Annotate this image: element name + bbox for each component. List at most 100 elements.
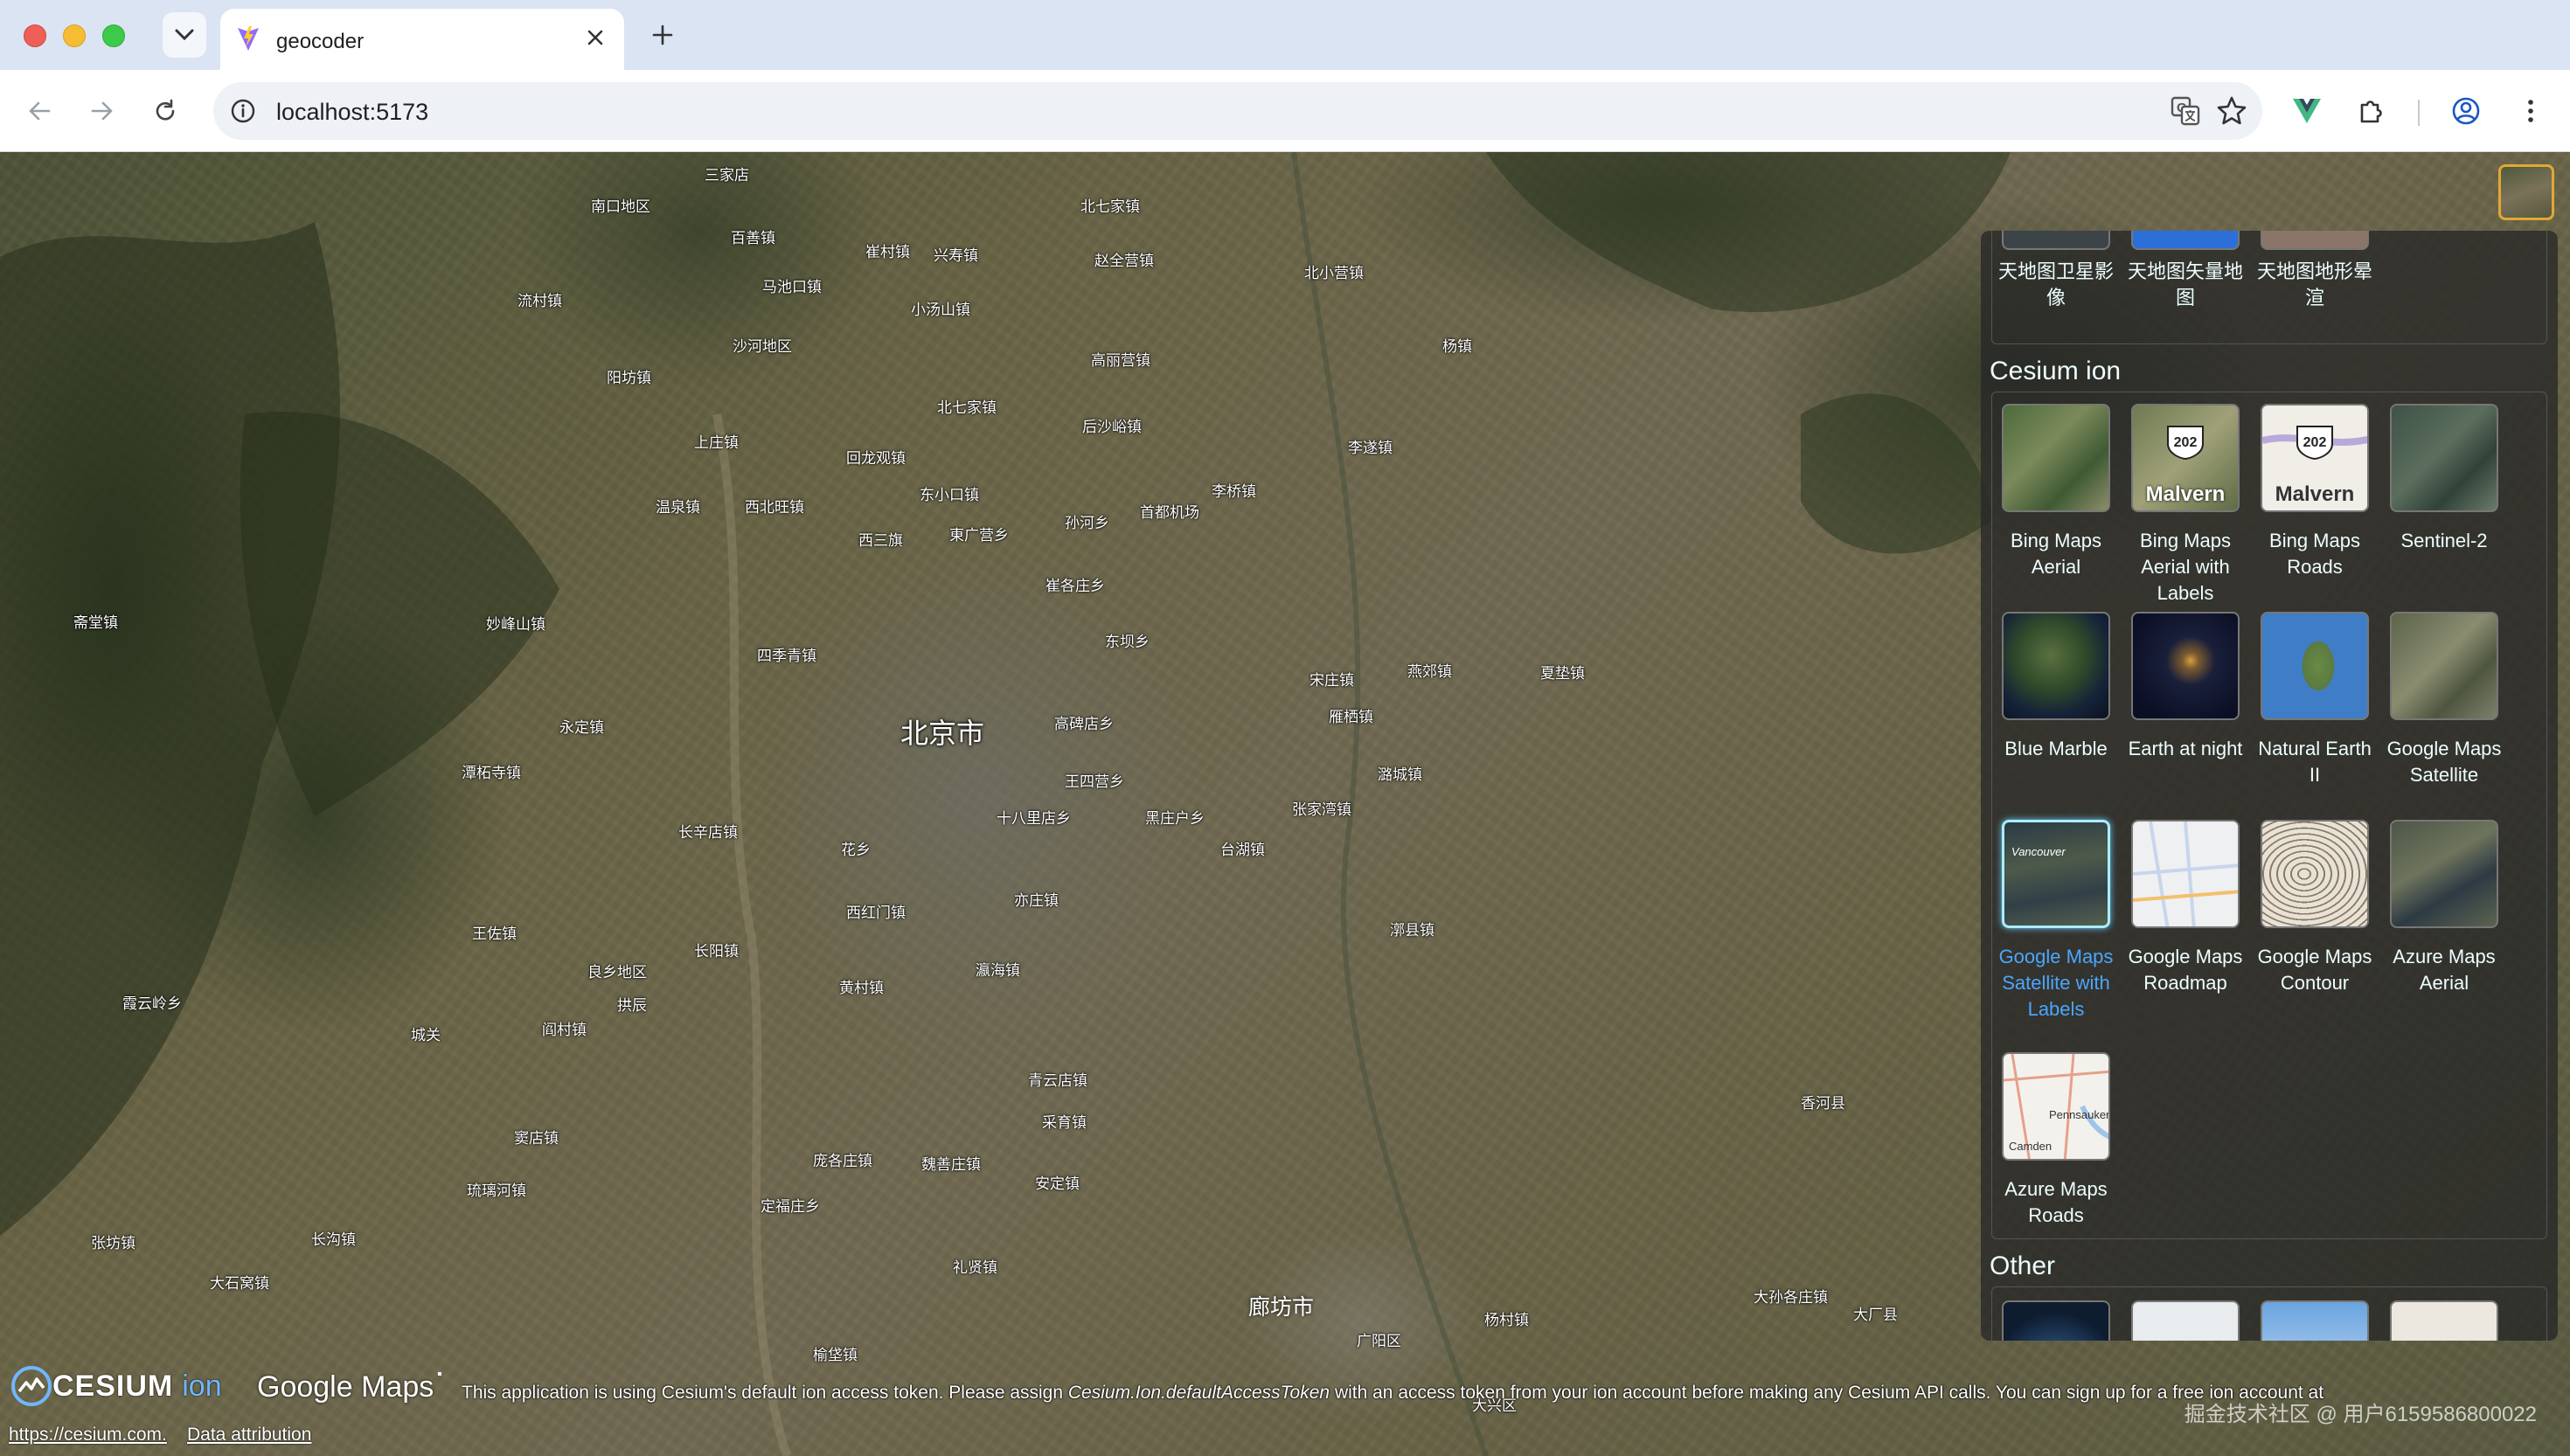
place-label: 拱辰 [617, 997, 647, 1014]
shield-number: 202 [2174, 435, 2198, 450]
layer-thumbnail [2002, 612, 2110, 720]
minimize-window-button[interactable] [63, 24, 86, 47]
layer-item-other-4[interactable] [2383, 1300, 2505, 1341]
highway-shield-icon: 202 [2296, 426, 2333, 460]
toolbar-divider [2418, 100, 2420, 126]
place-label: 大石窝镇 [210, 1275, 269, 1292]
thumb-label-camden: Camden [2009, 1140, 2053, 1153]
url-text[interactable]: localhost:5173 [276, 99, 428, 126]
place-label: 崔各庄乡 [1045, 578, 1105, 594]
layer-item-bing-aerial[interactable]: Bing Maps Aerial [1995, 404, 2117, 580]
tab-search-button[interactable] [163, 12, 206, 58]
layer-item-azure-aerial[interactable]: Azure Maps Aerial [2383, 820, 2505, 996]
new-tab-button[interactable] [645, 17, 680, 52]
site-info-button[interactable] [226, 94, 260, 128]
browser-titlebar: geocoder [0, 0, 2570, 70]
place-label: 黄村镇 [839, 980, 884, 996]
place-label: 瀛海镇 [976, 962, 1020, 979]
browser-tab[interactable]: geocoder [220, 9, 624, 70]
place-label: 东小口镇 [920, 487, 979, 503]
place-label: 潭柘寺镇 [462, 765, 521, 781]
place-label: 温泉镇 [656, 499, 700, 516]
place-label: 黑庄户乡 [1145, 810, 1205, 827]
translate-icon[interactable]: G [2170, 95, 2201, 127]
layer-item-tianditu-satellite[interactable]: 天地图卫星影像 [1995, 231, 2117, 311]
layer-item-google-satellite[interactable]: Google Maps Satellite [2383, 612, 2505, 788]
layer-item-other-1[interactable] [1995, 1300, 2117, 1341]
place-label: 长辛店镇 [678, 824, 738, 841]
layer-item-google-roadmap[interactable]: Google Maps Roadmap [2124, 820, 2247, 996]
place-label: 小汤山镇 [911, 302, 970, 318]
layer-thumbnail [2002, 231, 2110, 250]
place-label: 首都机场 [1140, 504, 1199, 521]
base-layer-picker-panel: 天地图卫星影像 天地图矢量地图 天地图地形晕渲 Cesium ion Bing … [1981, 231, 2558, 1341]
layer-thumbnail [2261, 612, 2369, 720]
layer-label: Google Maps Contour [2257, 946, 2372, 994]
layer-label: Azure Maps Aerial [2393, 946, 2496, 994]
data-attribution-link[interactable]: Data attribution [187, 1425, 311, 1446]
place-label: 马池口镇 [762, 279, 822, 295]
layer-item-other-2[interactable] [2124, 1300, 2247, 1341]
maximize-window-button[interactable] [102, 24, 125, 47]
extensions-button[interactable] [2351, 91, 2392, 131]
layer-item-blue-marble[interactable]: Blue Marble [1995, 612, 2117, 762]
profile-button[interactable] [2446, 91, 2486, 131]
tab-close-button[interactable] [582, 24, 608, 51]
layer-label: Earth at night [2128, 738, 2243, 759]
base-layer-picker-button[interactable] [2498, 164, 2554, 220]
layer-item-google-contour[interactable]: Google Maps Contour [2254, 820, 2376, 996]
token-message-start: This application is using Cesium's defau… [462, 1383, 1068, 1403]
browser-toolbar: localhost:5173 G [0, 70, 2570, 152]
place-label: 斋堂镇 [73, 614, 118, 631]
layer-item-tianditu-terrain[interactable]: 天地图地形晕渲 [2254, 231, 2376, 311]
tab-title: geocoder [276, 30, 365, 53]
layer-thumbnail [2261, 820, 2369, 928]
place-label: 李桥镇 [1212, 483, 1256, 500]
ion-wordmark: ion [182, 1369, 222, 1403]
layer-item-google-satellite-labels[interactable]: Vancouver Google Maps Satellite with Lab… [1995, 820, 2117, 1023]
place-label: 东坝乡 [1105, 634, 1150, 650]
forward-button[interactable] [82, 91, 122, 131]
place-label: 杨镇 [1442, 338, 1472, 355]
arrow-left-icon [29, 101, 51, 121]
layer-item-azure-roads[interactable]: Pennsauken Camden Azure Maps Roads [1995, 1052, 2117, 1229]
layer-item-tianditu-vector[interactable]: 天地图矢量地图 [2124, 231, 2247, 311]
close-window-button[interactable] [24, 24, 46, 47]
place-label: 孙河乡 [1065, 515, 1109, 531]
layer-item-bing-aerial-labels[interactable]: 202 Malvern Bing Maps Aerial with Labels [2124, 404, 2247, 607]
place-label: 广阳区 [1357, 1333, 1401, 1349]
place-label: 礼贤镇 [953, 1259, 997, 1276]
layer-item-earth-night[interactable]: Earth at night [2124, 612, 2247, 762]
thumb-label-malvern: Malvern [2275, 482, 2355, 506]
plus-icon [652, 24, 673, 45]
cesium-link[interactable]: https://cesium.com. [9, 1425, 167, 1446]
place-label: 张坊镇 [91, 1235, 135, 1251]
layer-thumbnail [2002, 1300, 2110, 1341]
place-label: 北小营镇 [1304, 265, 1364, 281]
address-bar[interactable]: localhost:5173 G [213, 82, 2262, 140]
reload-button[interactable] [145, 91, 185, 131]
place-label: 流村镇 [517, 293, 562, 309]
place-label: 王四营乡 [1065, 773, 1124, 790]
credit-expand-icon[interactable]: ▪ [437, 1367, 442, 1383]
star-icon[interactable] [2215, 94, 2248, 128]
city-label-beijing: 北京市 [900, 718, 985, 749]
place-label: 定福庄乡 [761, 1198, 820, 1215]
place-label: 雁栖镇 [1329, 709, 1373, 725]
road-lines [2133, 822, 2238, 926]
layer-item-bing-roads[interactable]: 202 Malvern Bing Maps Roads [2254, 404, 2376, 580]
place-label: 李遂镇 [1348, 440, 1393, 456]
place-label: 王佐镇 [472, 926, 517, 942]
layer-label: Sentinel-2 [2400, 530, 2488, 551]
layer-item-sentinel-2[interactable]: Sentinel-2 [2383, 404, 2505, 554]
browser-menu-button[interactable] [2511, 91, 2551, 131]
layer-item-natural-earth-ii[interactable]: Natural Earth II [2254, 612, 2376, 788]
cesium-logo-icon [11, 1366, 52, 1406]
back-button[interactable] [19, 91, 59, 131]
cesium-ion-logo[interactable]: CESIUM ion [10, 1365, 222, 1407]
vue-devtools-extension-button[interactable] [2287, 91, 2327, 131]
layer-item-other-3[interactable] [2254, 1300, 2376, 1341]
place-label: 采育镇 [1042, 1114, 1087, 1131]
layer-thumbnail [2131, 820, 2240, 928]
place-label: 窦店镇 [514, 1130, 559, 1147]
